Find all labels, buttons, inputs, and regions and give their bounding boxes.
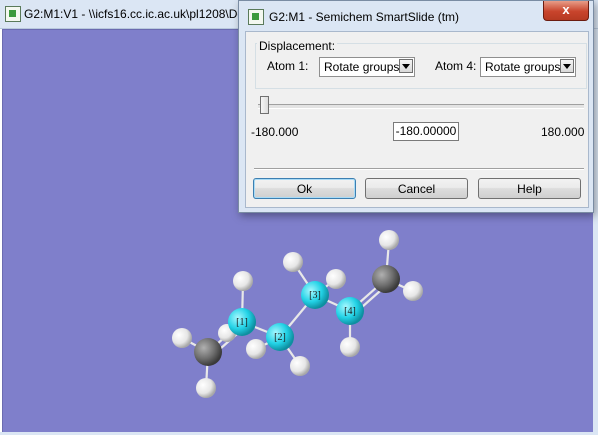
gaussview-app-icon xyxy=(248,9,264,25)
chevron-down-icon[interactable] xyxy=(560,59,574,73)
atom4-dropdown[interactable]: Rotate groups xyxy=(480,57,576,77)
cancel-button[interactable]: Cancel xyxy=(365,178,468,199)
dialog-body: Atom 1: Rotate groups Atom 4: Rotate gro… xyxy=(245,31,589,208)
atom1-value: Rotate groups xyxy=(324,60,400,74)
ok-button[interactable]: Ok xyxy=(253,178,356,199)
close-icon: x xyxy=(562,2,570,17)
dihedral-slider-track[interactable] xyxy=(258,104,584,109)
help-button[interactable]: Help xyxy=(478,178,581,199)
dialog-titlebar[interactable]: G2:M1 - Semichem SmartSlide (tm) x xyxy=(239,1,593,31)
slider-min-label: -180.000 xyxy=(251,125,299,139)
chevron-down-icon[interactable] xyxy=(399,59,413,73)
slider-max-label: 180.000 xyxy=(541,125,585,139)
divider xyxy=(254,168,584,170)
atom-label-3: [3] xyxy=(309,290,321,301)
smartslide-dialog: G2:M1 - Semichem SmartSlide (tm) x Atom … xyxy=(238,0,594,213)
dihedral-value-input[interactable]: -180.00000 xyxy=(393,122,459,141)
atom-label-1: [1] xyxy=(236,317,248,328)
atom1-dropdown[interactable]: Rotate groups xyxy=(319,57,415,77)
displacement-group-label: Displacement: xyxy=(257,39,338,53)
dialog-title: G2:M1 - Semichem SmartSlide (tm) xyxy=(269,10,460,24)
close-button[interactable]: x xyxy=(543,1,589,21)
atom4-value: Rotate groups xyxy=(485,60,561,74)
dihedral-slider-thumb[interactable] xyxy=(260,96,269,114)
atom4-label: Atom 4: xyxy=(435,59,477,73)
atom-label-4: [4] xyxy=(344,306,356,317)
atom-label-2: [2] xyxy=(274,332,286,343)
hydrogen-atoms xyxy=(172,230,423,398)
atom1-label: Atom 1: xyxy=(267,59,309,73)
